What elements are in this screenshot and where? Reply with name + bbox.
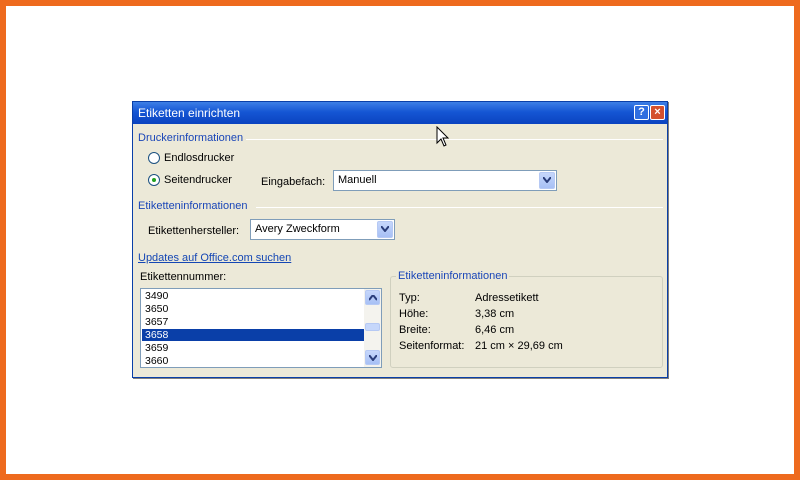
details-heading: Etiketteninformationen bbox=[396, 270, 510, 282]
label-info-heading: Etiketteninformationen bbox=[138, 200, 248, 212]
list-item[interactable]: 3650 bbox=[142, 303, 364, 315]
manufacturer-label: Etikettenhersteller: bbox=[148, 225, 240, 237]
detail-value: 3,38 cm bbox=[475, 308, 515, 320]
radio-page-printer[interactable]: Seitendrucker bbox=[148, 174, 232, 186]
tray-value: Manuell bbox=[338, 174, 377, 186]
scroll-down-icon[interactable] bbox=[365, 350, 380, 365]
scroll-up-icon[interactable] bbox=[365, 290, 380, 305]
chevron-down-icon[interactable] bbox=[377, 221, 393, 238]
chevron-down-icon[interactable] bbox=[539, 172, 555, 189]
tray-label: Eingabefach: bbox=[261, 176, 326, 188]
updates-link[interactable]: Updates auf Office.com suchen bbox=[138, 252, 291, 264]
detail-key: Seitenformat: bbox=[399, 340, 465, 352]
tray-select[interactable]: Manuell bbox=[333, 170, 557, 191]
scroll-thumb[interactable] bbox=[365, 323, 380, 331]
radio-continuous-printer[interactable]: Endlosdrucker bbox=[148, 152, 234, 164]
title-bar[interactable]: Etiketten einrichten ? × bbox=[133, 102, 667, 124]
divider bbox=[256, 207, 663, 208]
close-button[interactable]: × bbox=[650, 105, 665, 120]
manufacturer-value: Avery Zweckform bbox=[255, 223, 340, 235]
list-item[interactable]: 3660 bbox=[142, 355, 364, 367]
list-item[interactable]: 3659 bbox=[142, 342, 364, 354]
radio-button-checked-icon[interactable] bbox=[148, 174, 160, 186]
dialog-title: Etiketten einrichten bbox=[138, 106, 241, 120]
radio-button-icon[interactable] bbox=[148, 152, 160, 164]
detail-value: 21 cm × 29,69 cm bbox=[475, 340, 563, 352]
label-number-list[interactable]: 3490 3650 3657 3658 3659 3660 bbox=[140, 288, 382, 368]
detail-value: 6,46 cm bbox=[475, 324, 515, 336]
detail-key: Breite: bbox=[399, 324, 431, 336]
detail-value: Adressetikett bbox=[475, 292, 539, 304]
radio-continuous-label: Endlosdrucker bbox=[164, 152, 235, 164]
label-details-group: Etiketteninformationen Typ: Adressetiket… bbox=[390, 270, 663, 368]
labels-setup-dialog: Etiketten einrichten ? × Druckerinformat… bbox=[132, 101, 668, 378]
mouse-pointer-icon bbox=[436, 126, 450, 147]
detail-key: Typ: bbox=[399, 292, 420, 304]
label-number-label: Etikettennummer: bbox=[140, 271, 227, 283]
vertical-scrollbar[interactable] bbox=[364, 289, 381, 367]
detail-key: Höhe: bbox=[399, 308, 429, 320]
list-item[interactable]: 3490 bbox=[142, 290, 364, 302]
list-item-selected[interactable]: 3658 bbox=[142, 329, 364, 341]
printer-info-heading: Druckerinformationen bbox=[138, 132, 244, 144]
radio-page-label: Seitendrucker bbox=[164, 174, 232, 186]
list-item[interactable]: 3657 bbox=[142, 316, 364, 328]
manufacturer-select[interactable]: Avery Zweckform bbox=[250, 219, 395, 240]
help-button[interactable]: ? bbox=[634, 105, 649, 120]
divider bbox=[246, 139, 663, 140]
